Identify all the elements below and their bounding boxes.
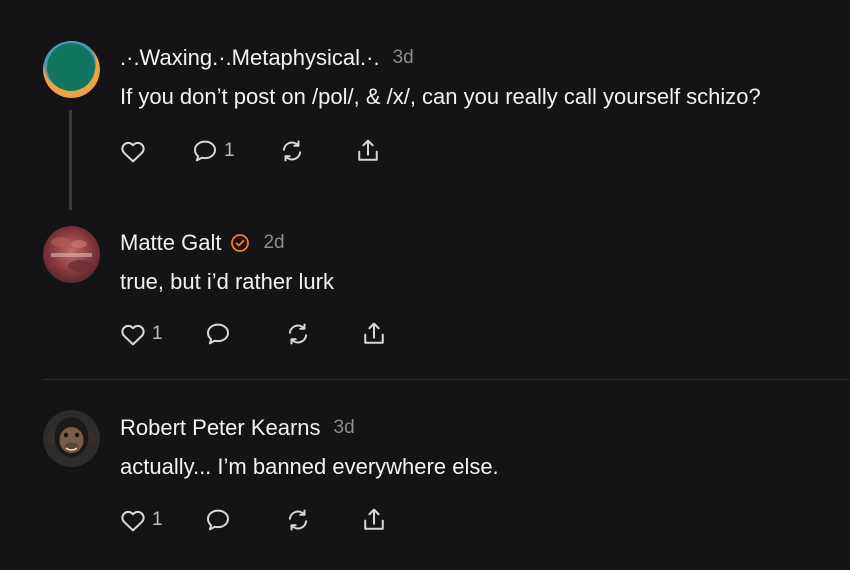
author-name[interactable]: Robert Peter Kearns	[120, 415, 321, 441]
heart-icon	[118, 319, 148, 349]
action-bar: 1	[118, 503, 389, 537]
like-button[interactable]: 1	[118, 319, 163, 349]
verified-check-icon	[230, 233, 250, 253]
repost-icon	[283, 505, 313, 535]
avatar[interactable]	[43, 41, 100, 98]
comment-icon	[203, 319, 233, 349]
share-button[interactable]	[353, 136, 383, 166]
comment-icon	[203, 505, 233, 535]
share-icon	[359, 319, 389, 349]
share-button[interactable]	[359, 505, 389, 535]
action-bar: 1	[118, 317, 389, 351]
share-icon	[359, 505, 389, 535]
like-button[interactable]	[118, 136, 152, 166]
repost-icon	[283, 319, 313, 349]
post-header: Matte Galt 2d	[120, 230, 285, 256]
repost-button[interactable]	[277, 136, 307, 166]
divider	[43, 379, 850, 380]
post-text: actually... I’m banned everywhere else.	[120, 454, 499, 479]
post-header: .·.Waxing.·.Metaphysical.·. 3d	[120, 45, 414, 71]
action-bar: 1	[118, 134, 383, 168]
post-header: Robert Peter Kearns 3d	[120, 415, 355, 441]
thread: .·.Waxing.·.Metaphysical.·. 3d If you do…	[0, 0, 850, 570]
heart-icon	[118, 505, 148, 535]
like-count: 1	[152, 509, 163, 530]
share-button[interactable]	[359, 319, 389, 349]
thread-connector-line	[69, 110, 72, 210]
comment-icon	[190, 136, 220, 166]
repost-icon	[277, 136, 307, 166]
reply-button[interactable]	[203, 319, 237, 349]
timestamp[interactable]: 2d	[263, 232, 284, 254]
share-icon	[353, 136, 383, 166]
heart-icon	[118, 136, 148, 166]
timestamp[interactable]: 3d	[393, 47, 414, 69]
author-name[interactable]: .·.Waxing.·.Metaphysical.·.	[120, 45, 380, 71]
post-text: true, but i’d rather lurk	[120, 269, 334, 294]
post-text: If you don’t post on /pol/, & /x/, can y…	[120, 84, 761, 109]
repost-button[interactable]	[283, 319, 313, 349]
avatar[interactable]	[43, 410, 100, 467]
like-count: 1	[152, 323, 163, 344]
reply-button[interactable]	[203, 505, 237, 535]
repost-button[interactable]	[283, 505, 313, 535]
like-button[interactable]: 1	[118, 505, 163, 535]
reply-button[interactable]: 1	[190, 136, 235, 166]
reply-count: 1	[224, 140, 235, 161]
avatar[interactable]	[43, 226, 100, 283]
author-name[interactable]: Matte Galt	[120, 230, 221, 256]
timestamp[interactable]: 3d	[334, 417, 355, 439]
